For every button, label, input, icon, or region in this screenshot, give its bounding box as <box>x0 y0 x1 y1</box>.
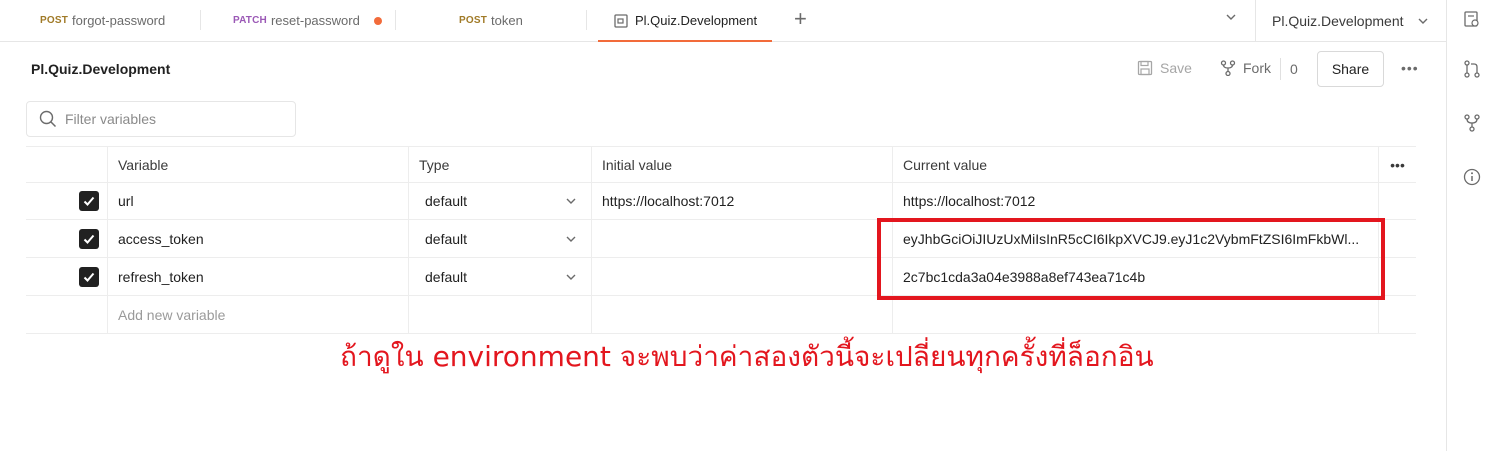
chevron-down-icon <box>566 274 576 280</box>
row-checkbox-cell <box>26 258 108 295</box>
type-select[interactable]: default <box>409 220 592 257</box>
type-value: default <box>425 193 468 209</box>
save-label: Save <box>1160 60 1192 76</box>
empty-cell <box>409 296 592 333</box>
column-header-initial-value: Initial value <box>592 147 893 182</box>
row-checkbox-cell <box>26 183 108 219</box>
type-value: default <box>425 268 468 285</box>
tab-divider <box>586 10 587 30</box>
row-checkbox-cell <box>26 220 108 257</box>
fork-button[interactable]: Fork <box>1220 60 1271 76</box>
filter-variables[interactable] <box>26 101 296 137</box>
table-header: Variable Type Initial value Current valu… <box>26 146 1416 183</box>
table-row: url default https://localhost:7012 https… <box>26 183 1416 220</box>
chevron-down-icon <box>566 236 576 242</box>
column-header-current-value: Current value <box>893 147 1379 182</box>
row-checkbox-cell <box>26 296 108 333</box>
fork-label: Fork <box>1243 60 1271 76</box>
method-badge: POST <box>459 15 488 26</box>
tabs-dropdown-chevron-icon[interactable] <box>1224 10 1238 27</box>
environment-selector[interactable]: Pl.Quiz.Development <box>1255 0 1446 41</box>
tab-reset-password[interactable]: PATCH reset-password <box>233 0 382 41</box>
column-header-variable: Variable <box>108 147 409 182</box>
save-icon <box>1137 60 1153 76</box>
empty-cell <box>1379 296 1416 333</box>
column-options-icon[interactable]: ••• <box>1379 147 1416 182</box>
variable-name[interactable]: access_token <box>108 220 409 257</box>
tab-bar: POST forgot-password PATCH reset-passwor… <box>0 0 1446 42</box>
fork-count[interactable]: 0 <box>1290 61 1298 77</box>
initial-value[interactable] <box>592 220 893 257</box>
pull-request-icon[interactable] <box>1463 60 1481 78</box>
search-icon <box>39 110 57 128</box>
new-tab-plus-icon[interactable]: + <box>794 8 807 30</box>
checkbox-checked[interactable] <box>79 266 99 287</box>
checkbox-checked[interactable] <box>79 191 99 211</box>
row-options-cell <box>1379 183 1416 219</box>
chevron-down-icon <box>1418 18 1428 24</box>
current-value[interactable]: https://localhost:7012 <box>893 183 1379 219</box>
fork-icon[interactable] <box>1463 114 1481 132</box>
page-title: Pl.Quiz.Development <box>31 61 171 77</box>
method-badge: PATCH <box>233 15 267 26</box>
empty-cell <box>893 296 1379 333</box>
empty-cell <box>592 296 893 333</box>
more-options-icon[interactable]: ••• <box>1401 60 1419 76</box>
tab-environment[interactable]: Pl.Quiz.Development <box>598 0 772 42</box>
add-variable-row: Add new variable <box>26 296 1416 334</box>
tab-forgot-password[interactable]: POST forgot-password <box>40 0 165 41</box>
type-select[interactable]: default <box>409 258 592 295</box>
tab-token[interactable]: POST token <box>459 0 523 41</box>
environment-selector-value: Pl.Quiz.Development <box>1272 12 1404 29</box>
environment-quick-look-icon[interactable] <box>1463 10 1481 28</box>
info-icon[interactable] <box>1463 168 1481 186</box>
initial-value[interactable]: https://localhost:7012 <box>592 183 893 219</box>
method-badge: POST <box>40 15 69 26</box>
header-checkbox-cell <box>26 147 108 182</box>
initial-value[interactable] <box>592 258 893 295</box>
right-sidebar <box>1446 0 1494 451</box>
divider <box>1280 58 1281 80</box>
checkbox-checked[interactable] <box>79 228 99 249</box>
type-select[interactable]: default <box>409 183 592 219</box>
tab-label: reset-password <box>270 13 360 28</box>
column-header-type: Type <box>409 147 592 182</box>
environment-icon <box>613 13 629 29</box>
unsaved-dot-icon <box>373 16 382 25</box>
highlight-box <box>877 218 1385 300</box>
annotation-text: ถ้าดูใน environment จะพบว่าค่าสองตัวนี้จ… <box>340 340 1154 373</box>
tab-label: forgot-password <box>72 13 166 28</box>
fork-icon <box>1220 60 1236 76</box>
share-button[interactable]: Share <box>1317 51 1384 87</box>
save-button[interactable]: Save <box>1137 60 1192 76</box>
variable-name[interactable]: refresh_token <box>108 258 409 295</box>
tab-divider <box>200 10 201 30</box>
type-value: default <box>425 230 468 247</box>
tab-label: Pl.Quiz.Development <box>635 13 758 28</box>
chevron-down-icon <box>566 198 576 204</box>
search-input[interactable] <box>65 111 285 127</box>
variable-name[interactable]: url <box>108 183 409 219</box>
add-new-variable-input[interactable]: Add new variable <box>108 296 409 333</box>
tab-divider <box>395 10 396 30</box>
tab-label: token <box>491 13 523 28</box>
